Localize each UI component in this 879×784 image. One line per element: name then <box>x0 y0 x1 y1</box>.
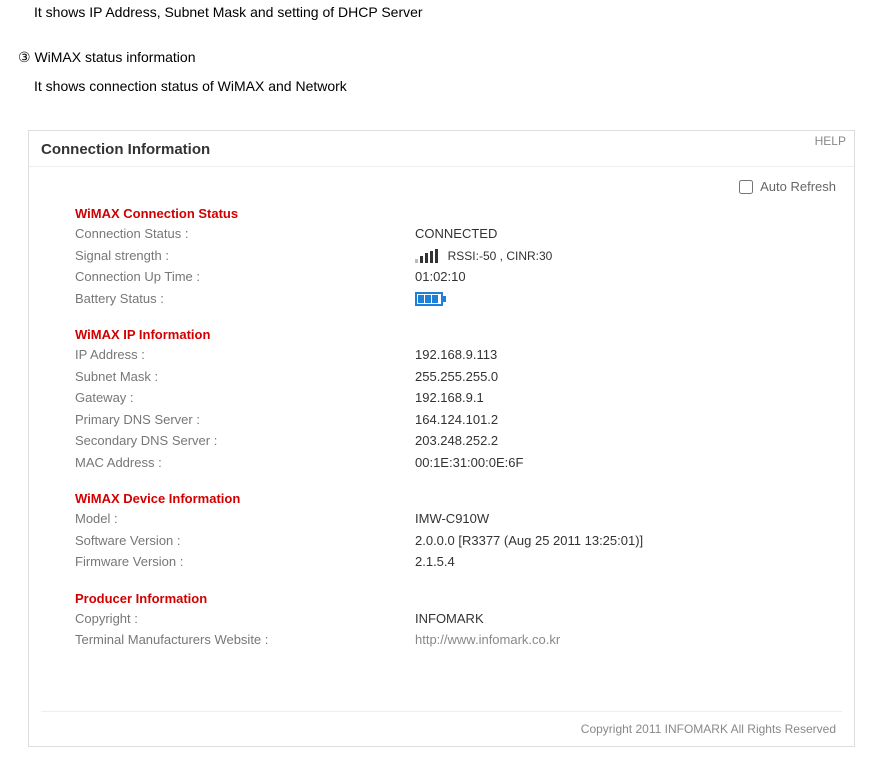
row-subnet-mask: Subnet Mask : 255.255.255.0 <box>75 366 832 388</box>
doc-text-description: It shows connection status of WiMAX and … <box>0 74 879 119</box>
row-battery-status: Battery Status : <box>75 288 832 310</box>
label-connection-status: Connection Status : <box>75 224 415 244</box>
row-mac-address: MAC Address : 00:1E:31:00:0E:6F <box>75 452 832 474</box>
label-model: Model : <box>75 509 415 529</box>
content-indent: WiMAX Connection Status Connection Statu… <box>41 202 842 651</box>
label-primary-dns: Primary DNS Server : <box>75 410 415 430</box>
auto-refresh-checkbox[interactable] <box>739 180 753 194</box>
section-heading-ip-info: WiMAX IP Information <box>75 323 832 344</box>
panel-body: Auto Refresh WiMAX Connection Status Con… <box>29 167 854 746</box>
signal-icon <box>415 249 438 263</box>
auto-refresh-row: Auto Refresh <box>41 177 842 203</box>
label-gateway: Gateway : <box>75 388 415 408</box>
value-connection-status: CONNECTED <box>415 224 832 244</box>
battery-icon <box>415 292 443 306</box>
help-link[interactable]: HELP <box>815 134 846 148</box>
footer-copyright: Copyright 2011 INFOMARK All Rights Reser… <box>41 711 842 740</box>
auto-refresh-label: Auto Refresh <box>760 179 836 194</box>
label-connection-uptime: Connection Up Time : <box>75 267 415 287</box>
value-software-version: 2.0.0.0 [R3377 (Aug 25 2011 13:25:01)] <box>415 531 832 551</box>
value-connection-uptime: 01:02:10 <box>415 267 832 287</box>
row-producer-copyright: Copyright : INFOMARK <box>75 608 832 630</box>
value-gateway: 192.168.9.1 <box>415 388 832 408</box>
value-secondary-dns: 203.248.252.2 <box>415 431 832 451</box>
row-signal-strength: Signal strength : RSSI:-50 , CINR:30 <box>75 245 832 267</box>
value-model: IMW-C910W <box>415 509 832 529</box>
row-connection-uptime: Connection Up Time : 01:02:10 <box>75 266 832 288</box>
value-signal-strength: RSSI:-50 , CINR:30 <box>415 246 832 266</box>
row-firmware-version: Firmware Version : 2.1.5.4 <box>75 551 832 573</box>
label-software-version: Software Version : <box>75 531 415 551</box>
section-heading-connection-status: WiMAX Connection Status <box>75 202 832 223</box>
row-gateway: Gateway : 192.168.9.1 <box>75 387 832 409</box>
value-producer-website[interactable]: http://www.infomark.co.kr <box>415 630 832 650</box>
row-primary-dns: Primary DNS Server : 164.124.101.2 <box>75 409 832 431</box>
row-model: Model : IMW-C910W <box>75 508 832 530</box>
row-connection-status: Connection Status : CONNECTED <box>75 223 832 245</box>
label-battery-status: Battery Status : <box>75 289 415 309</box>
label-producer-website: Terminal Manufacturers Website : <box>75 630 415 650</box>
label-signal-strength: Signal strength : <box>75 246 415 266</box>
label-secondary-dns: Secondary DNS Server : <box>75 431 415 451</box>
row-software-version: Software Version : 2.0.0.0 [R3377 (Aug 2… <box>75 530 832 552</box>
section-heading-device-info: WiMAX Device Information <box>75 487 832 508</box>
row-secondary-dns: Secondary DNS Server : 203.248.252.2 <box>75 430 832 452</box>
signal-text: RSSI:-50 , CINR:30 <box>448 247 553 265</box>
value-battery-status <box>415 289 832 309</box>
connection-info-panel: HELP Connection Information Auto Refresh… <box>28 130 855 747</box>
doc-numbered-heading: ③ WiMAX status information <box>0 45 879 74</box>
panel-title: Connection Information <box>29 131 854 167</box>
label-producer-copyright: Copyright : <box>75 609 415 629</box>
section-heading-producer-info: Producer Information <box>75 587 832 608</box>
label-ip-address: IP Address : <box>75 345 415 365</box>
label-mac-address: MAC Address : <box>75 453 415 473</box>
row-ip-address: IP Address : 192.168.9.113 <box>75 344 832 366</box>
value-firmware-version: 2.1.5.4 <box>415 552 832 572</box>
value-ip-address: 192.168.9.113 <box>415 345 832 365</box>
value-mac-address: 00:1E:31:00:0E:6F <box>415 453 832 473</box>
doc-text-line: It shows IP Address, Subnet Mask and set… <box>0 0 879 45</box>
label-subnet-mask: Subnet Mask : <box>75 367 415 387</box>
row-producer-website: Terminal Manufacturers Website : http://… <box>75 629 832 651</box>
value-producer-copyright: INFOMARK <box>415 609 832 629</box>
value-subnet-mask: 255.255.255.0 <box>415 367 832 387</box>
value-primary-dns: 164.124.101.2 <box>415 410 832 430</box>
label-firmware-version: Firmware Version : <box>75 552 415 572</box>
